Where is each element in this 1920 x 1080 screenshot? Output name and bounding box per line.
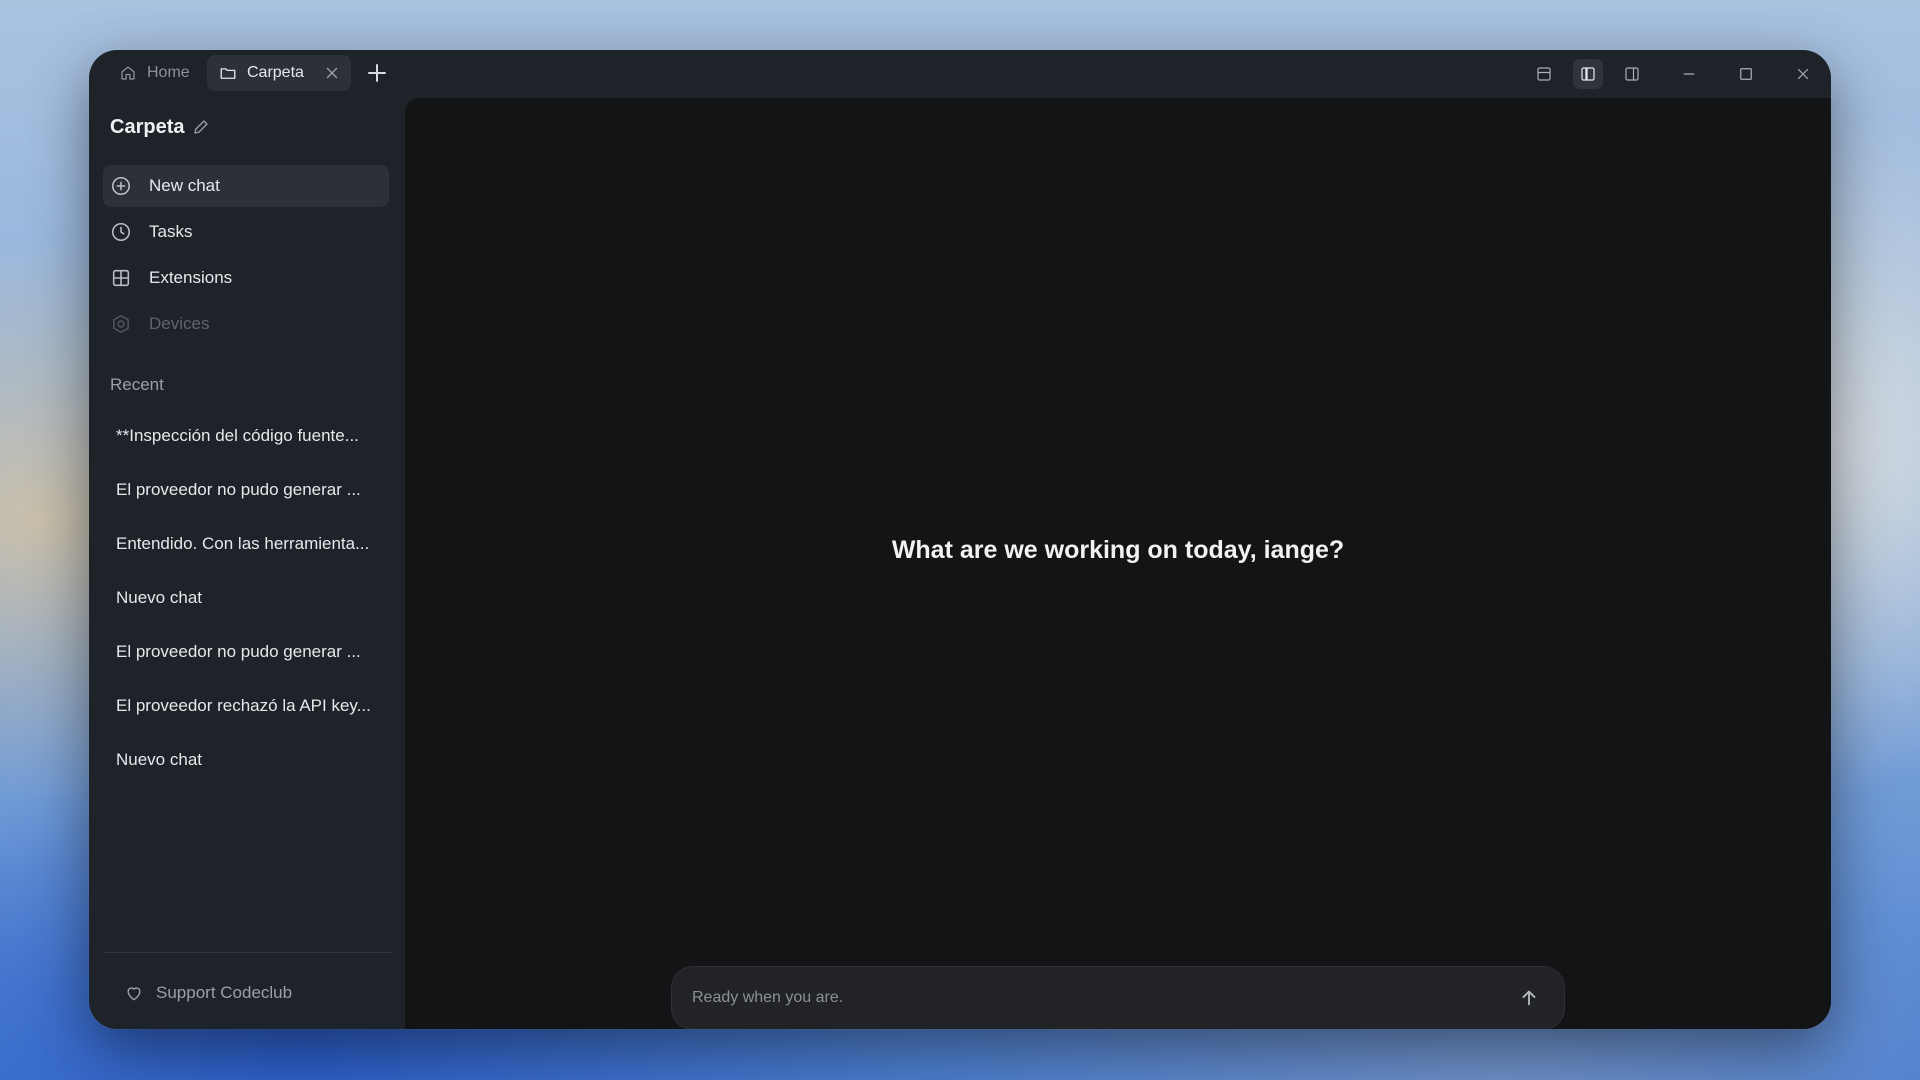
panel-right-icon (1625, 67, 1639, 81)
heart-icon (127, 987, 141, 1001)
maximize-button[interactable] (1731, 59, 1761, 89)
panel-left-icon (1581, 67, 1595, 81)
tasks-label: Tasks (149, 222, 193, 241)
app-window: Home Carpeta Carpeta New chat Tasks Exte… (89, 50, 1831, 1029)
layout-top-panel-button[interactable] (1529, 59, 1559, 89)
sidebar-item-extensions[interactable]: Extensions (103, 257, 389, 299)
recent-chat-item[interactable]: Nuevo chat (116, 588, 386, 608)
minimize-icon (1683, 73, 1695, 75)
recent-chat-item[interactable]: Nuevo chat (116, 750, 386, 770)
greeting-heading: What are we working on today, iange? (891, 536, 1345, 564)
extensions-label: Extensions (149, 268, 233, 287)
sidebar: Carpeta New chat Tasks Extensions Device… (89, 50, 405, 1002)
new-chat-button[interactable]: New chat (103, 165, 389, 207)
maximize-icon (1740, 68, 1752, 80)
recent-chat-item[interactable]: El proveedor rechazó la API key... (116, 696, 386, 716)
grid-icon (112, 269, 130, 287)
close-icon (1797, 68, 1809, 80)
recent-chat-item[interactable]: Entendido. Con las herramienta... (116, 534, 386, 554)
gear-icon (113, 314, 129, 334)
sidebar-divider (103, 952, 393, 953)
sidebar-item-tasks[interactable]: Tasks (103, 211, 389, 253)
recent-chat-item[interactable]: **Inspección del código fuente... (116, 426, 386, 446)
chat-input[interactable] (692, 967, 1472, 1029)
chat-composer (671, 966, 1565, 1029)
chat-main-area: What are we working on today, iange? (405, 98, 1831, 1029)
layout-left-panel-button[interactable] (1573, 59, 1603, 89)
support-link[interactable]: Support Codeclub (124, 983, 292, 1003)
layout-right-panel-button[interactable] (1617, 59, 1647, 89)
recent-chat-item[interactable]: El proveedor no pudo generar ... (116, 642, 386, 662)
recent-chat-item[interactable]: El proveedor no pudo generar ... (116, 480, 386, 500)
clock-icon (111, 222, 131, 242)
folder-title: Carpeta (110, 116, 185, 138)
close-window-button[interactable] (1788, 59, 1818, 89)
support-label: Support Codeclub (156, 983, 293, 1002)
panel-top-icon (1537, 67, 1551, 81)
new-chat-label: New chat (149, 176, 220, 195)
sidebar-item-devices: Devices (103, 303, 389, 345)
minimize-button[interactable] (1674, 59, 1704, 89)
recent-heading: Recent (110, 375, 164, 394)
devices-label: Devices (149, 314, 210, 333)
plus-circle-icon (111, 176, 131, 196)
pencil-icon[interactable] (192, 118, 210, 136)
send-arrow-up-icon[interactable] (1518, 987, 1540, 1009)
